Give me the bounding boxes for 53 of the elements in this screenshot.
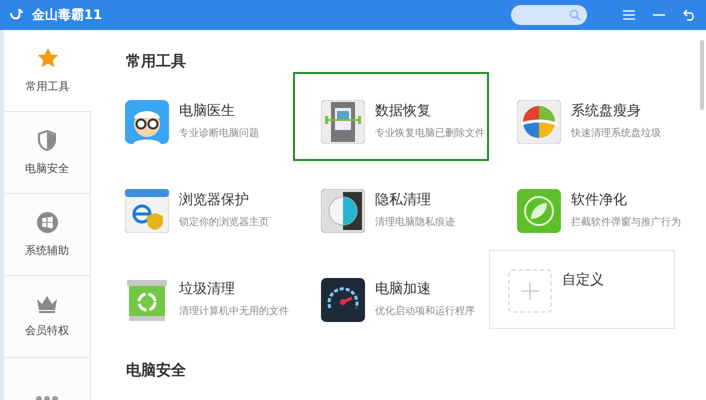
- section-title: 电脑安全: [125, 360, 187, 381]
- section-title: 常用工具: [125, 51, 187, 72]
- tool-item[interactable]: 数据恢复 专业恢复电脑已删除文件: [293, 72, 489, 161]
- back-arrow-icon[interactable]: [683, 9, 696, 21]
- browser-shield-icon: [125, 189, 169, 233]
- tool-name: 自定义: [562, 271, 604, 289]
- tool-name: 电脑加速: [375, 280, 432, 298]
- tool-name: 隐私清理: [375, 191, 432, 209]
- tool-item[interactable]: 电脑加速 优化启动项和运行程序: [293, 250, 489, 339]
- half-dial-icon: [321, 189, 365, 233]
- tool-name: 垃圾清理: [179, 280, 236, 298]
- recycle-bin-icon: [125, 278, 169, 322]
- tool-item[interactable]: 软件净化 拦截软件弹窗与推广行为: [489, 161, 689, 250]
- speedometer-icon: [321, 278, 365, 322]
- tool-description: 优化启动项和运行程序: [375, 304, 475, 318]
- search-field[interactable]: [511, 5, 587, 25]
- tool-item[interactable]: 自定义: [489, 250, 675, 329]
- tool-item[interactable]: 垃圾清理 清理计算机中无用的文件: [97, 250, 293, 339]
- search-icon: [569, 9, 581, 21]
- sidebar-item[interactable]: 常用工具: [4, 30, 91, 112]
- dashed-plus-icon: [508, 269, 552, 313]
- crown-icon: [36, 295, 58, 313]
- tool-description: 清理计算机中无用的文件: [179, 304, 289, 318]
- tool-description: 快速清理系统盘垃圾: [571, 126, 661, 140]
- doctor-face-icon: [125, 100, 169, 144]
- tool-description: 专业诊断电脑问题: [179, 126, 259, 140]
- star-icon: [36, 47, 58, 69]
- menu-icon[interactable]: [623, 10, 635, 20]
- tool-name: 系统盘瘦身: [571, 102, 642, 120]
- tool-name: 软件净化: [571, 191, 628, 209]
- window-title: 金山毒霸11: [32, 7, 102, 24]
- tool-description: 拦截软件弹窗与推广行为: [571, 216, 681, 229]
- tool-description: 清理电脑隐私痕迹: [375, 216, 455, 229]
- tool-name: 电脑医生: [179, 102, 236, 120]
- tool-description: 锁定你的浏览器主页: [179, 216, 269, 229]
- tool-name: 浏览器保护: [179, 191, 250, 209]
- sidebar-label: 电脑安全: [25, 160, 69, 176]
- tool-name: 数据恢复: [375, 102, 432, 120]
- more-icon: [36, 396, 58, 400]
- sidebar-label: 常用工具: [26, 79, 70, 94]
- pie-chart-icon: [517, 100, 561, 144]
- tool-item[interactable]: 系统盘瘦身 快速清理系统盘垃圾: [489, 72, 689, 161]
- sidebar-label: 会员特权: [25, 323, 69, 338]
- document-scanner-icon: [321, 100, 365, 144]
- windows-logo-icon: [36, 212, 58, 232]
- sidebar-label: 系统辅助: [25, 242, 69, 258]
- leaf-icon: [517, 189, 561, 233]
- tool-item[interactable]: 浏览器保护 锁定你的浏览器主页: [97, 161, 293, 250]
- minimize-icon[interactable]: [653, 14, 665, 16]
- tool-item[interactable]: 电脑医生 专业诊断电脑问题: [97, 72, 293, 161]
- shield-icon: [38, 130, 56, 150]
- tool-item[interactable]: 隐私清理 清理电脑隐私痕迹: [293, 161, 489, 250]
- tool-description: 专业恢复电脑已删除文件: [375, 126, 485, 140]
